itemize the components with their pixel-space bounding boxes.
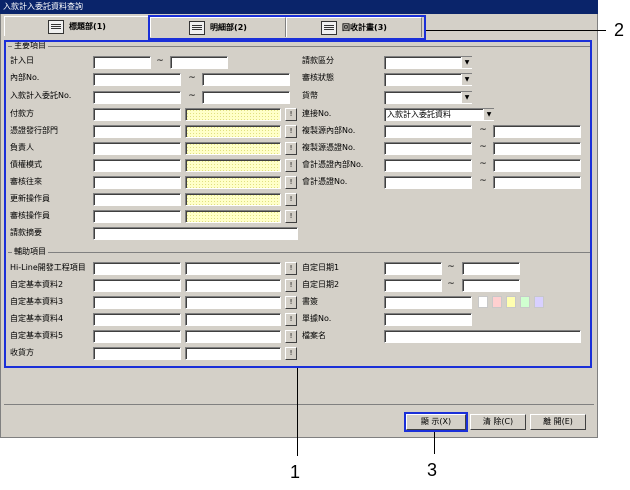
callout-line-3 [434, 432, 435, 454]
callout-box-2 [148, 15, 426, 40]
clear-button[interactable]: 清 除(C) [470, 414, 526, 430]
window-title: 入款計入委託資料查詢 [0, 0, 598, 14]
tab-header-label: 標題部(1) [69, 22, 106, 31]
button-bar-divider [4, 404, 594, 405]
callout-number-1: 1 [290, 462, 301, 482]
callout-line-2 [426, 30, 606, 31]
exit-button[interactable]: 離 開(E) [530, 414, 586, 430]
callout-box-3 [404, 412, 468, 432]
callout-box-1 [4, 40, 592, 368]
callout-number-2: 2 [614, 20, 625, 40]
tab-header[interactable]: 標題部(1) [4, 16, 150, 36]
book-icon [48, 19, 65, 34]
callout-number-3: 3 [427, 460, 438, 480]
callout-line-1 [297, 368, 298, 456]
